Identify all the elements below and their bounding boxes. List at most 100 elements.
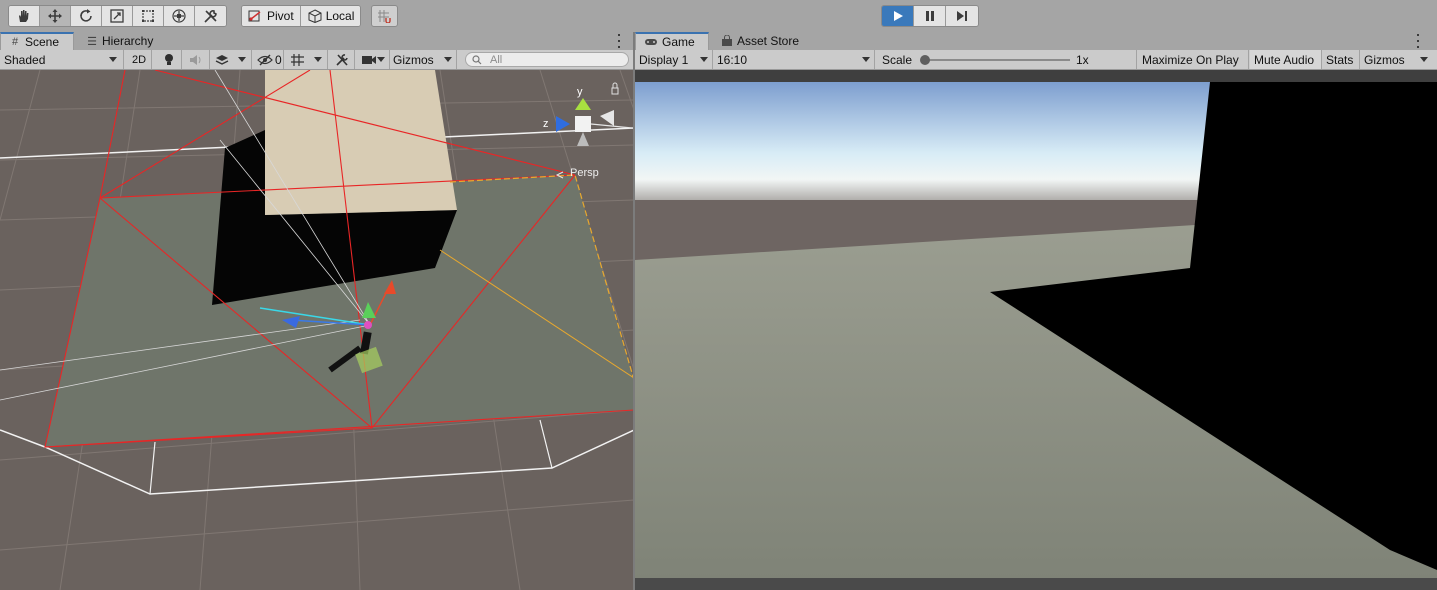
mute-audio-toggle[interactable]: Mute Audio [1250, 50, 1322, 69]
stats-toggle[interactable]: Stats [1323, 50, 1360, 69]
game-render [635, 70, 1437, 590]
bag-icon [722, 35, 732, 46]
custom-tool-button[interactable] [195, 6, 226, 26]
chevron-down-icon [377, 57, 385, 62]
play-controls [881, 5, 979, 27]
scale-slider-thumb[interactable] [920, 55, 930, 65]
game-viewport[interactable] [635, 70, 1437, 590]
scene-panel-tabbar: # Scene ☰ Hierarchy [0, 32, 633, 50]
lighting-toggle[interactable] [156, 50, 182, 69]
chevron-down-icon [314, 57, 322, 62]
chevron-down-icon [238, 57, 246, 62]
scene-search-input[interactable]: All [465, 52, 629, 67]
tab-asset-store-label: Asset Store [737, 34, 800, 48]
chevron-down-icon [1420, 57, 1428, 62]
camera-dropdown[interactable] [356, 50, 390, 69]
orientation-gizmo[interactable] [556, 98, 633, 146]
speaker-icon [189, 54, 200, 65]
stats-label: Stats [1326, 52, 1354, 67]
game-gizmos-dropdown[interactable]: Gizmos [1361, 50, 1431, 69]
hidden-objects-toggle[interactable]: 0 [254, 50, 284, 69]
rotate-tool-button[interactable] [71, 6, 102, 26]
hand-icon [19, 10, 29, 22]
chevron-down-icon [109, 57, 117, 62]
aspect-value: 16:10 [717, 52, 748, 67]
eye-slash-icon [257, 54, 273, 65]
transform-icon [172, 9, 186, 23]
effects-dropdown[interactable] [210, 50, 252, 69]
step-icon [957, 11, 967, 21]
game-panel-tabbar: Game Asset Store [635, 32, 1437, 50]
grid-visibility-icon [291, 53, 304, 66]
pivot-icon [248, 10, 261, 22]
pause-icon [925, 11, 934, 21]
layers-icon [215, 54, 229, 65]
axis-label-y: y [577, 86, 583, 98]
game-controlbar: Display 1 16:10 Scale 1x Maximize On Pla… [635, 50, 1437, 70]
scene-menu-icon[interactable] [616, 34, 622, 48]
list-icon: ☰ [87, 35, 97, 48]
lightbulb-icon [164, 53, 173, 65]
game-menu-icon[interactable] [1415, 34, 1421, 48]
rect-tool-button[interactable] [133, 6, 164, 26]
scene-render: y z Persp [0, 70, 634, 590]
game-gizmos-label: Gizmos [1364, 52, 1405, 67]
main-toolbar: Pivot Local [0, 0, 1437, 32]
cube-top [265, 70, 457, 215]
hidden-objects-count: 0 [275, 52, 282, 67]
chevron-down-icon [700, 57, 708, 62]
camera-icon [362, 55, 376, 64]
gizmos-dropdown[interactable]: Gizmos [391, 50, 457, 69]
scene-controlbar: Shaded 2D 0 Gizmos All [0, 50, 633, 70]
scale-label: Scale [882, 52, 913, 67]
scale-slider-track[interactable] [924, 59, 1070, 61]
tab-game-label: Game [662, 35, 695, 49]
scale-control: Scale 1x [877, 50, 1137, 69]
move-tool-button[interactable] [40, 6, 71, 26]
scale-tool-button[interactable] [102, 6, 133, 26]
play-button[interactable] [882, 6, 914, 26]
gamepad-icon [645, 39, 657, 45]
local-label: Local [325, 9, 355, 23]
audio-toggle[interactable] [182, 50, 210, 69]
display-dropdown[interactable]: Display 1 [635, 50, 713, 69]
shading-mode-dropdown[interactable]: Shaded [0, 50, 124, 69]
pivot-label: Pivot [267, 9, 294, 23]
persp-label[interactable]: Persp [570, 167, 599, 179]
tab-hierarchy[interactable]: ☰ Hierarchy [78, 32, 161, 50]
grid-dropdown[interactable] [286, 50, 328, 69]
pause-button[interactable] [914, 6, 946, 26]
maximize-on-play-toggle[interactable]: Maximize On Play [1139, 50, 1249, 69]
local-toggle[interactable]: Local [300, 6, 361, 26]
grid-icon: # [11, 36, 19, 48]
mute-label: Mute Audio [1254, 52, 1315, 67]
grid-snap-button[interactable] [371, 5, 398, 27]
rotate-icon [80, 9, 92, 22]
mode-2d-label: 2D [131, 53, 147, 66]
search-icon [472, 54, 482, 64]
chevron-down-icon [444, 57, 452, 62]
hand-tool-button[interactable] [9, 6, 40, 26]
tab-game[interactable]: Game [635, 32, 709, 50]
grid-snap-icon [377, 10, 391, 23]
aspect-dropdown[interactable]: 16:10 [715, 50, 875, 69]
pivot-toggle[interactable]: Pivot [242, 6, 301, 26]
tools-toggle[interactable] [330, 50, 355, 69]
shading-mode-value: Shaded [4, 52, 46, 67]
tab-asset-store[interactable]: Asset Store [713, 32, 807, 50]
maximize-label: Maximize On Play [1142, 52, 1239, 67]
scene-gizmos-label: Gizmos [393, 52, 434, 67]
local-cube-icon [308, 9, 322, 23]
mode-2d-toggle[interactable]: 2D [127, 50, 152, 69]
step-button[interactable] [946, 6, 978, 26]
tab-scene-label: Scene [25, 35, 60, 49]
transform-tool-button[interactable] [164, 6, 195, 26]
play-icon [893, 11, 903, 21]
axis-label-z: z [543, 118, 549, 130]
tab-scene[interactable]: # Scene [0, 32, 74, 50]
tools-icon [336, 53, 348, 66]
lock-icon[interactable] [611, 82, 619, 95]
scene-search-placeholder: All [490, 53, 503, 66]
scene-viewport[interactable]: y z Persp [0, 70, 634, 590]
scale-icon [110, 9, 124, 23]
